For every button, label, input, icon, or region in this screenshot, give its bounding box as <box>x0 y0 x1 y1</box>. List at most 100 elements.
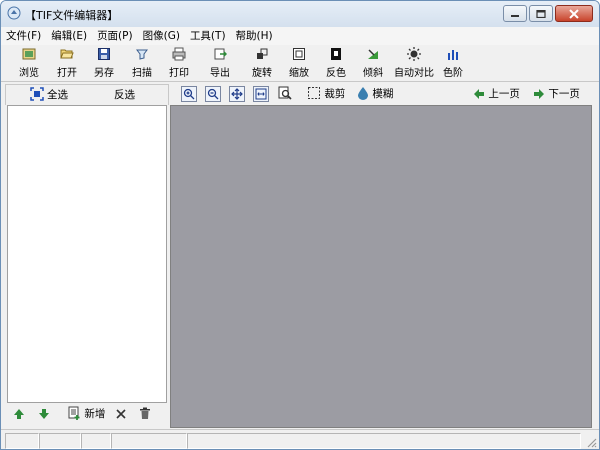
skew-button[interactable]: 倾斜 <box>354 46 392 80</box>
move-down-button[interactable] <box>38 406 50 422</box>
arrow-left-icon <box>474 89 484 99</box>
magnifier-icon <box>278 86 292 100</box>
select-all-button[interactable]: 全选 <box>30 87 68 103</box>
status-cell <box>187 433 581 449</box>
invert-selection-button[interactable]: 反选 <box>114 87 135 103</box>
browse-label: 浏览 <box>19 68 39 79</box>
open-folder-icon <box>60 49 74 59</box>
blur-drop-icon <box>358 87 368 100</box>
crop-label: 裁剪 <box>324 88 346 100</box>
magnifier-button[interactable] <box>278 85 292 103</box>
skew-icon <box>368 49 378 59</box>
browse-icon <box>22 48 36 60</box>
levels-label: 色阶 <box>443 68 463 79</box>
status-cell <box>81 433 111 449</box>
scan-label: 扫描 <box>132 68 152 79</box>
printer-icon <box>172 47 186 61</box>
auto-contrast-icon <box>407 47 421 61</box>
menu-page[interactable]: 页面(P) <box>92 27 138 45</box>
zoom-icon <box>293 48 305 60</box>
app-icon <box>7 6 21 20</box>
blur-label: 模糊 <box>372 88 394 100</box>
fit-window-button[interactable] <box>229 86 245 102</box>
export-button[interactable]: 导出 <box>201 46 239 80</box>
status-cell <box>111 433 187 449</box>
rotate-button[interactable]: 旋转 <box>243 46 281 80</box>
arrow-down-icon <box>39 409 49 419</box>
minimize-icon <box>511 14 519 17</box>
next-page-label: 下一页 <box>548 88 580 100</box>
minimize-button[interactable] <box>503 5 527 22</box>
print-label: 打印 <box>169 68 189 79</box>
main-toolbar: 浏览 打开 另存 扫描 打印 导出 旋转 缩放 反色 倾斜 自动对比 色阶 <box>1 45 599 82</box>
prev-page-button[interactable]: 上一页 <box>473 85 520 103</box>
levels-button[interactable]: 色阶 <box>434 46 472 80</box>
save-as-button[interactable]: 另存 <box>85 46 123 80</box>
fit-window-icon <box>231 88 243 100</box>
menu-help[interactable]: 帮助(H) <box>231 27 278 45</box>
rotate-label: 旋转 <box>252 68 272 79</box>
zoom-in-button[interactable] <box>181 86 197 102</box>
skew-label: 倾斜 <box>363 68 383 79</box>
status-bar <box>1 429 599 449</box>
add-new-label: 新增 <box>84 408 106 420</box>
crop-icon <box>308 87 320 99</box>
resize-grip-icon[interactable] <box>585 436 597 448</box>
print-button[interactable]: 打印 <box>160 46 198 80</box>
arrow-right-icon <box>534 89 544 99</box>
menu-tools[interactable]: 工具(T) <box>185 27 231 45</box>
remove-button[interactable] <box>115 406 127 422</box>
invert-color-icon <box>331 48 341 60</box>
menu-file[interactable]: 文件(F) <box>1 27 46 45</box>
arrow-up-icon <box>14 409 24 419</box>
zoom-out-button[interactable] <box>205 86 221 102</box>
thumbnail-toolbar: 全选 反选 <box>5 84 169 105</box>
next-page-button[interactable]: 下一页 <box>533 85 580 103</box>
status-cell <box>5 433 39 449</box>
menu-edit[interactable]: 编辑(E) <box>46 27 92 45</box>
status-cell <box>39 433 81 449</box>
menu-image[interactable]: 图像(G) <box>138 27 185 45</box>
delete-button[interactable] <box>139 406 151 422</box>
invert-selection-label: 反选 <box>114 89 135 101</box>
export-icon <box>214 48 227 60</box>
zoom-out-icon <box>207 88 219 100</box>
zoom-label: 缩放 <box>289 68 309 79</box>
scan-button[interactable]: 扫描 <box>123 46 161 80</box>
select-all-label: 全选 <box>47 89 68 101</box>
zoom-button[interactable]: 缩放 <box>280 46 318 80</box>
window-title: 【TIF文件编辑器】 <box>25 9 119 22</box>
maximize-icon <box>536 9 546 18</box>
menu-bar: 文件(F) 编辑(E) 页面(P) 图像(G) 工具(T) 帮助(H) <box>1 27 599 45</box>
open-button[interactable]: 打开 <box>48 46 86 80</box>
close-icon <box>569 9 579 18</box>
save-icon <box>98 48 110 60</box>
auto-contrast-button[interactable]: 自动对比 <box>391 46 437 80</box>
zoom-in-icon <box>183 88 195 100</box>
title-bar: 【TIF文件编辑器】 <box>1 1 599 28</box>
add-new-button[interactable]: 新增 <box>67 406 105 422</box>
thumbnail-list[interactable] <box>7 105 167 403</box>
blur-button[interactable]: 模糊 <box>357 85 393 103</box>
viewer-toolbar: 裁剪 模糊 上一页 下一页 <box>171 84 587 104</box>
maximize-button[interactable] <box>529 5 553 22</box>
fit-width-button[interactable] <box>253 86 269 102</box>
auto-contrast-label: 自动对比 <box>394 68 434 79</box>
app-window: 【TIF文件编辑器】 文件(F) 编辑(E) 页面(P) 图像(G) 工具(T)… <box>0 0 600 450</box>
save-as-label: 另存 <box>94 68 114 79</box>
invert-label: 反色 <box>326 68 346 79</box>
invert-button[interactable]: 反色 <box>317 46 355 80</box>
browse-button[interactable]: 浏览 <box>10 46 48 80</box>
rotate-icon <box>257 48 268 59</box>
select-all-icon <box>30 87 44 101</box>
prev-page-label: 上一页 <box>488 88 520 100</box>
crop-button[interactable]: 裁剪 <box>307 85 345 103</box>
move-up-button[interactable] <box>13 406 25 422</box>
levels-icon <box>448 50 458 60</box>
scan-icon <box>136 49 148 60</box>
export-label: 导出 <box>210 68 230 79</box>
trash-icon <box>140 407 150 419</box>
image-canvas[interactable] <box>170 105 592 428</box>
remove-icon <box>116 409 126 419</box>
close-button[interactable] <box>555 5 593 22</box>
